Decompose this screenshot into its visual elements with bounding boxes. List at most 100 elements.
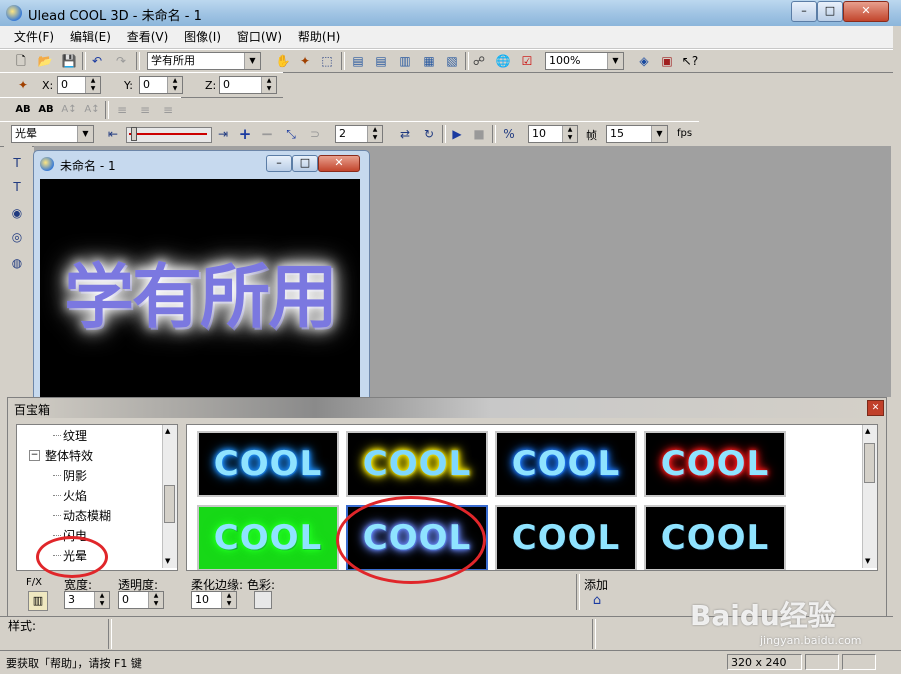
next-key-icon[interactable]: ⇥ bbox=[214, 125, 232, 143]
render-canvas[interactable]: 学有所用 bbox=[40, 179, 360, 399]
align-left-icon[interactable]: ≡ bbox=[113, 101, 131, 119]
x-position-input[interactable]: 0 ▲ ▼ bbox=[57, 76, 101, 94]
menu-file[interactable]: 文件(F) bbox=[8, 26, 60, 48]
move-object-icon[interactable]: ✦ bbox=[14, 76, 32, 94]
new-file-icon[interactable]: 🗋 bbox=[12, 52, 30, 70]
effect-thumbnail[interactable]: COOL bbox=[644, 431, 786, 497]
context-help-icon[interactable]: ↖? bbox=[681, 52, 699, 70]
text-spacing-icon[interactable]: AB bbox=[14, 101, 32, 119]
menu-view[interactable]: 查看(V) bbox=[121, 26, 175, 48]
loop-back-icon[interactable]: ⊃ bbox=[306, 125, 324, 143]
tree-item[interactable]: 整体特效 bbox=[45, 447, 93, 464]
frame-label: 帧 bbox=[586, 129, 597, 142]
tree-item[interactable]: 阴影 bbox=[63, 467, 87, 484]
rotate-object-icon[interactable]: ✦ bbox=[296, 52, 314, 70]
maximize-button[interactable]: □ bbox=[817, 1, 843, 22]
loop-icon[interactable]: ⇄ bbox=[396, 125, 414, 143]
fps-select[interactable]: 15 ▼ bbox=[606, 125, 668, 143]
view-side-icon[interactable]: ▥ bbox=[396, 52, 414, 70]
line-spacing-icon[interactable]: A↕ bbox=[60, 101, 78, 119]
frames-percent-icon[interactable]: % bbox=[500, 125, 518, 143]
redo-icon[interactable]: ↷ bbox=[112, 52, 130, 70]
document-window[interactable]: 未命名 - 1 – □ ✕ 学有所用 bbox=[33, 150, 370, 400]
align-center-icon[interactable]: ≡ bbox=[136, 101, 154, 119]
zoom-select[interactable]: 100% ▼ bbox=[545, 52, 624, 70]
menu-help[interactable]: 帮助(H) bbox=[292, 26, 346, 48]
text-object-select[interactable]: 学有所用 ▼ bbox=[147, 52, 261, 70]
menu-image[interactable]: 图像(I) bbox=[178, 26, 227, 48]
menu-window[interactable]: 窗口(W) bbox=[231, 26, 288, 48]
effect-thumbnail[interactable]: COOL bbox=[346, 431, 488, 497]
thumbs-scroll-thumb[interactable] bbox=[864, 443, 875, 483]
soft-edge-input[interactable]: 10 ▲ ▼ bbox=[191, 591, 237, 609]
undo-icon[interactable]: ↶ bbox=[88, 52, 106, 70]
width-input[interactable]: 3 ▲ ▼ bbox=[64, 591, 110, 609]
effect-thumbnail[interactable]: COOL bbox=[495, 505, 637, 570]
collapse-toggle-icon[interactable]: − bbox=[29, 450, 40, 461]
edit-shape-icon[interactable]: ◎ bbox=[8, 228, 26, 246]
tree-scrollbar[interactable]: ▲ ▼ bbox=[162, 425, 177, 568]
effect-thumbnail[interactable]: COOL bbox=[644, 505, 786, 570]
effect-thumbnail[interactable]: COOL bbox=[495, 431, 637, 497]
doc-maximize-button[interactable]: □ bbox=[292, 155, 318, 172]
panel-close-button[interactable]: ✕ bbox=[867, 400, 884, 416]
tree-scroll-thumb[interactable] bbox=[164, 485, 175, 523]
insert-text-icon[interactable]: T bbox=[8, 154, 26, 172]
open-folder-icon[interactable]: 📂 bbox=[36, 52, 54, 70]
menu-edit[interactable]: 编辑(E) bbox=[64, 26, 117, 48]
color-swatch[interactable] bbox=[254, 591, 272, 609]
save-icon[interactable]: 💾 bbox=[60, 52, 78, 70]
scroll-down-icon[interactable]: ▼ bbox=[165, 557, 170, 565]
globe-icon[interactable]: 🌐 bbox=[494, 52, 512, 70]
effect-thumbnail[interactable]: COOL bbox=[197, 431, 339, 497]
effect-thumbnail[interactable]: COOL bbox=[197, 505, 339, 570]
align-right-icon[interactable]: ≡ bbox=[159, 101, 177, 119]
previous-key-icon[interactable]: ⇤ bbox=[104, 125, 122, 143]
play-icon[interactable]: ▶ bbox=[448, 125, 466, 143]
view-top-icon[interactable]: ▤ bbox=[372, 52, 390, 70]
insert-object-icon[interactable]: ◍ bbox=[8, 254, 26, 272]
resize-object-icon[interactable]: ⬚ bbox=[318, 52, 336, 70]
timeline-thumb[interactable] bbox=[131, 127, 137, 141]
opacity-input[interactable]: 0 ▲ ▼ bbox=[118, 591, 164, 609]
z-position-input[interactable]: 0 ▲ ▼ bbox=[219, 76, 277, 94]
thumbs-scrollbar[interactable]: ▲ ▼ bbox=[862, 425, 877, 568]
frame-number-input[interactable]: 2 ▲ ▼ bbox=[335, 125, 383, 143]
light-icon[interactable]: ☍ bbox=[470, 52, 488, 70]
line-spacing-down-icon[interactable]: A↕ bbox=[83, 101, 101, 119]
gallery-icon[interactable]: ▣ bbox=[658, 52, 676, 70]
minimize-button[interactable]: – bbox=[791, 1, 817, 22]
timeline-slider[interactable] bbox=[126, 127, 212, 143]
ping-pong-icon[interactable]: ↻ bbox=[420, 125, 438, 143]
add-effect-icon[interactable]: ⌂ bbox=[588, 592, 606, 610]
add-key-icon[interactable]: + bbox=[236, 125, 254, 143]
view-front-icon[interactable]: ▤ bbox=[349, 52, 367, 70]
tree-item[interactable]: 火焰 bbox=[63, 487, 87, 504]
scroll-down-icon[interactable]: ▼ bbox=[865, 557, 870, 565]
edit-check-icon[interactable]: ☑ bbox=[518, 52, 536, 70]
animation-toolbar: 光晕 ▼ ⇤ ⇥ + − ⤡ ⊃ 2 ▲ ▼ ⇄ ↻ ▶ ■ % 10 ▲ ▼ 帧 15 ▼… bbox=[0, 121, 699, 147]
text-compress-icon[interactable]: AB bbox=[37, 101, 55, 119]
stop-icon[interactable]: ■ bbox=[470, 125, 488, 143]
effect-select[interactable]: 光晕 ▼ bbox=[11, 125, 94, 143]
scroll-up-icon[interactable]: ▲ bbox=[865, 427, 870, 435]
reverse-key-icon[interactable]: ⤡ bbox=[282, 125, 300, 143]
tree-item[interactable]: 动态模糊 bbox=[63, 507, 111, 524]
total-frames-input[interactable]: 10 ▲ ▼ bbox=[528, 125, 578, 143]
scroll-up-icon[interactable]: ▲ bbox=[165, 427, 170, 435]
close-button[interactable]: ✕ bbox=[843, 1, 889, 22]
annotation-circle-thumb bbox=[336, 496, 486, 584]
web-export-icon[interactable]: ◈ bbox=[635, 52, 653, 70]
hand-pan-icon[interactable]: ✋ bbox=[274, 52, 292, 70]
view-perspective-icon[interactable]: ▧ bbox=[443, 52, 461, 70]
style-label: 样式: bbox=[8, 619, 37, 633]
y-position-input[interactable]: 0 ▲ ▼ bbox=[139, 76, 183, 94]
edit-text-icon[interactable]: T bbox=[8, 178, 26, 196]
fx-toggle-icon[interactable]: ▥ bbox=[28, 591, 48, 611]
insert-shape-icon[interactable]: ◉ bbox=[8, 204, 26, 222]
view-back-icon[interactable]: ▦ bbox=[420, 52, 438, 70]
doc-close-button[interactable]: ✕ bbox=[318, 155, 360, 172]
doc-minimize-button[interactable]: – bbox=[266, 155, 292, 172]
tree-item[interactable]: 纹理 bbox=[63, 427, 87, 444]
remove-key-icon[interactable]: − bbox=[258, 125, 276, 143]
